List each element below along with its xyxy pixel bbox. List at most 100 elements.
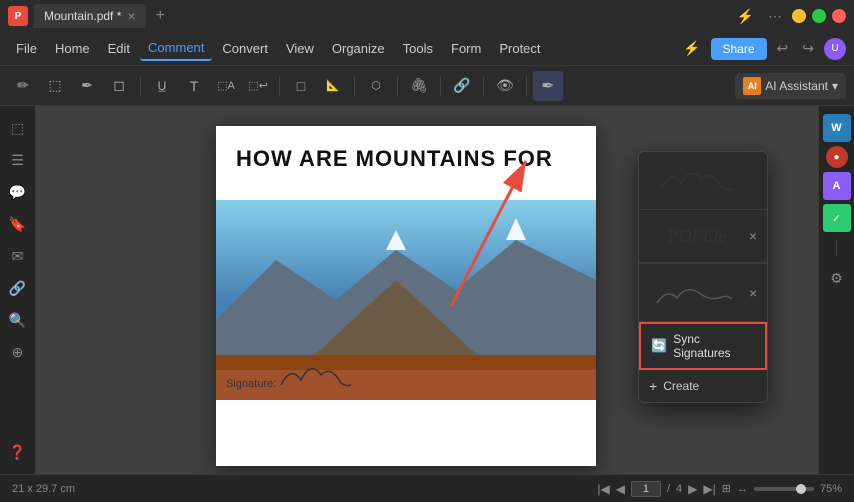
right-settings-btn[interactable]: ⚙ [823, 264, 851, 292]
document-tab[interactable]: Mountain.pdf * × [34, 4, 146, 28]
page-dimensions: 21 x 29.7 cm [12, 483, 75, 495]
fit-page-btn[interactable]: ⊞ [722, 482, 731, 495]
nav-prev-btn[interactable]: ◀ [616, 482, 625, 496]
undo-icon[interactable]: ↩ [773, 38, 793, 59]
nav-start-btn[interactable]: |◀ [597, 482, 609, 496]
menu-protect[interactable]: Protect [491, 37, 548, 60]
signature-image-3 [647, 270, 747, 315]
zoom-level: 75% [820, 483, 842, 495]
signature-item-3[interactable]: × [639, 264, 767, 322]
sig3-close-btn[interactable]: × [747, 283, 759, 303]
attachment-panel-btn[interactable]: 🔖 [4, 210, 32, 238]
help-btn[interactable]: ❓ [4, 438, 32, 466]
rect-btn[interactable]: □ [286, 71, 316, 101]
sep3 [354, 76, 355, 96]
stamp-btn[interactable]: ⬡ [361, 71, 391, 101]
sig2-close-btn[interactable]: × [747, 226, 759, 246]
sync-label: Sync Signatures [673, 332, 755, 360]
eraser-btn[interactable]: ◻ [104, 71, 134, 101]
sync-signatures-btn[interactable]: 🔄 Sync Signatures [639, 322, 767, 370]
check-btn[interactable]: ✓ [823, 204, 851, 232]
redo-icon[interactable]: ↪ [798, 38, 818, 59]
nav-end-btn[interactable]: ▶| [703, 482, 715, 496]
shape-btn[interactable]: ⬚↩ [243, 71, 273, 101]
pdf-page: HOW ARE MOUNTAINS FOR [216, 126, 596, 466]
menu-view[interactable]: View [278, 37, 322, 60]
status-bar: 21 x 29.7 cm |◀ ◀ / 4 ▶ ▶| ⊞ ↔ 75% [0, 474, 854, 502]
search-panel-btn[interactable]: 🔍 [4, 306, 32, 334]
create-signature-btn[interactable]: + Create [639, 370, 767, 402]
ai-assistant-btn[interactable]: AI AI Assistant ▾ [735, 73, 846, 99]
zoom-thumb[interactable] [796, 484, 806, 494]
highlight-btn[interactable]: ✏ [8, 71, 38, 101]
lightning-icon[interactable]: ⚡ [679, 38, 704, 59]
canvas-area: HOW ARE MOUNTAINS FOR [36, 106, 818, 474]
menu-home[interactable]: Home [47, 37, 98, 60]
attach-btn[interactable]: 🖇 [404, 71, 434, 101]
user-avatar[interactable]: U [824, 38, 846, 60]
main-area: ⬚ ☰ 💬 🔖 ✉ 🔗 🔍 ⊕ ❓ HOW ARE MOUNTAINS FOR [0, 106, 854, 474]
pen-btn[interactable]: ✒ [72, 71, 102, 101]
menu-comment[interactable]: Comment [140, 36, 212, 61]
comments-panel-btn[interactable]: 💬 [4, 178, 32, 206]
signature-btn[interactable]: ✒ [533, 71, 563, 101]
new-tab-btn[interactable]: + [156, 7, 165, 25]
sep7 [526, 76, 527, 96]
layers-btn[interactable]: ⊕ [4, 338, 32, 366]
pdf-image: Signature: [216, 200, 596, 400]
underline-btn[interactable]: U̲ [147, 71, 177, 101]
right-sep [836, 240, 837, 256]
link-panel-btn[interactable]: 🔗 [4, 274, 32, 302]
word-plugin-btn[interactable]: W [823, 114, 851, 142]
create-label: Create [663, 379, 699, 393]
sep1 [140, 76, 141, 96]
menu-right: ⚡ Share ↩ ↪ U [679, 38, 846, 60]
menu-convert[interactable]: Convert [214, 37, 276, 60]
tab-close-btn[interactable]: × [127, 8, 135, 24]
signature-label: Signature: [226, 378, 276, 390]
menu-organize[interactable]: Organize [324, 37, 393, 60]
callout-btn[interactable]: ⬚A [211, 71, 241, 101]
signature-item-1[interactable] [639, 152, 767, 210]
signature-image-1 [647, 158, 759, 203]
menu-tools[interactable]: Tools [395, 37, 441, 60]
close-btn[interactable] [832, 9, 846, 23]
record-btn[interactable]: ● [826, 146, 848, 168]
plugin-a-btn[interactable]: A [823, 172, 851, 200]
create-plus-icon: + [649, 378, 657, 394]
sep2 [279, 76, 280, 96]
sep4 [397, 76, 398, 96]
page-number-input[interactable] [631, 481, 661, 497]
sep5 [440, 76, 441, 96]
minimize-btn[interactable] [792, 9, 806, 23]
ai-chevron: ▾ [832, 79, 838, 93]
page-thumbnails-btn[interactable]: ⬚ [4, 114, 32, 142]
menu-file[interactable]: File [8, 37, 45, 60]
sync-icon: 🔄 [651, 338, 667, 354]
annotation-btn[interactable]: ✉ [4, 242, 32, 270]
settings-icon-btn[interactable]: ⋯ [764, 6, 786, 27]
window-controls: ⚡ ⋯ [733, 6, 846, 27]
signature-item-2[interactable]: PDFEle × [639, 210, 767, 263]
ai-label: AI Assistant [765, 79, 828, 93]
maximize-btn[interactable] [812, 9, 826, 23]
fit-width-btn[interactable]: ↔ [737, 483, 748, 495]
redact-btn[interactable]: 👁 [490, 71, 520, 101]
bookmarks-btn[interactable]: ☰ [4, 146, 32, 174]
toolbar-icon-btn[interactable]: ⚡ [733, 6, 758, 27]
toolbar: ✏ ⬚ ✒ ◻ U̲ T ⬚A ⬚↩ □ 📐 ⬡ 🖇 🔗 👁 ✒ AI AI A… [0, 66, 854, 106]
pdf-title: HOW ARE MOUNTAINS FOR [236, 146, 576, 172]
link-btn[interactable]: 🔗 [447, 71, 477, 101]
menu-form[interactable]: Form [443, 37, 489, 60]
signature-dropdown: PDFEle × × 🔄 Sync Signatures [638, 151, 768, 403]
measure-btn[interactable]: 📐 [318, 71, 348, 101]
nav-next-btn[interactable]: ▶ [688, 482, 697, 496]
share-button[interactable]: Share [711, 38, 767, 60]
menu-edit[interactable]: Edit [100, 37, 138, 60]
title-bar-left: P Mountain.pdf * × + [8, 4, 725, 28]
zoom-slider[interactable] [754, 487, 814, 491]
note-btn[interactable]: ⬚ [40, 71, 70, 101]
page-sep: / [667, 483, 670, 495]
menu-bar: File Home Edit Comment Convert View Orga… [0, 32, 854, 66]
text-btn[interactable]: T [179, 71, 209, 101]
